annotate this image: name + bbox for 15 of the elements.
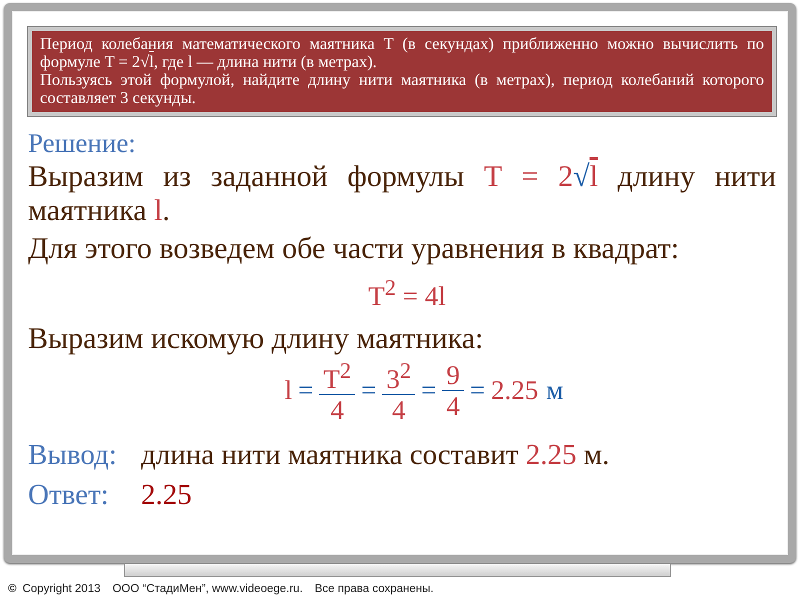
footer-text: Все права сохранены. <box>314 583 434 595</box>
answer-value: 2.25 <box>141 478 192 513</box>
problem-text: Период колебания математического маятника T (в секундах) приближенно можно вычислить по формуле T = 2√l, где l — длина нити (в метрах). <box>40 35 764 71</box>
problem-text: Пользуясь этой формулой, найдите длину нити маятника (в метрах), период колебаний которого составляет 3 секунды. <box>40 71 764 107</box>
copyright-sign: © <box>8 583 16 595</box>
formula: T$^{2}$ = 4l <box>367 274 446 313</box>
solution-text: Выразим искомую длину маятника: <box>28 322 484 356</box>
solution-text: Для этого возведем обе части уравнения в квадрат: <box>28 232 680 266</box>
conclusion-label: Вывод: <box>28 438 118 473</box>
answer-label: Ответ: <box>28 478 110 513</box>
solution-text: Выразим из заданной формулы T = 2√l длину нити маятника l. <box>28 160 776 228</box>
footer-text: Copyright 2013 <box>22 583 100 595</box>
footer-text: ООО “СтадиМен”, www.videoege.ru. <box>112 583 303 595</box>
conclusion-text: длина нити маятника составит 2.25 м. <box>141 438 610 473</box>
solution-heading: Решение: <box>28 127 137 160</box>
